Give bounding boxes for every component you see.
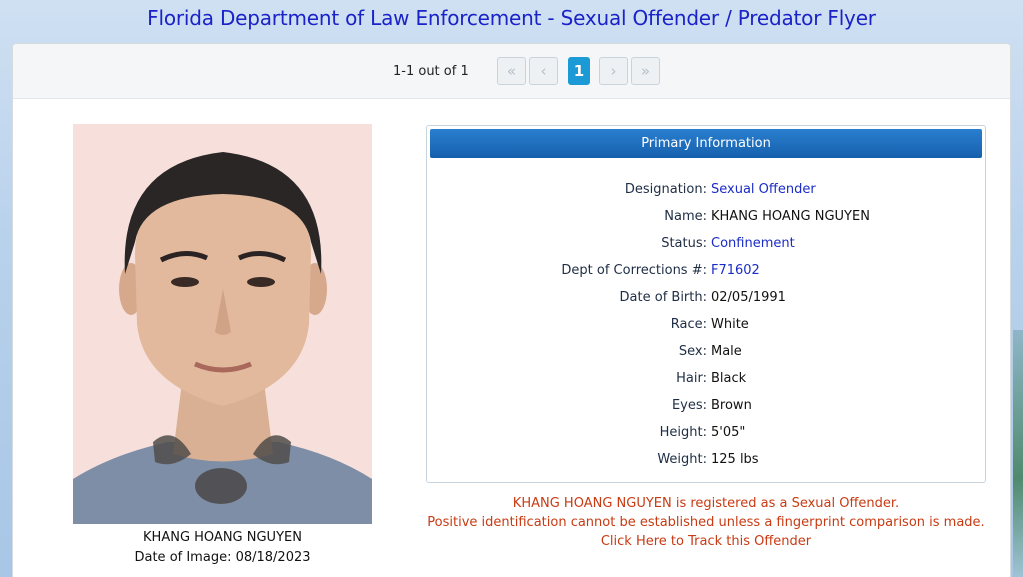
race-row: Race: White [427,317,985,337]
primary-information-heading: Primary Information [430,129,982,158]
height-value: 5'05" [711,425,746,440]
sex-value: Male [711,344,742,359]
sex-label: Sex: [678,344,707,359]
registration-notice: KHANG HOANG NGUYEN is registered as a Se… [512,496,900,511]
race-label: Race: [670,317,707,332]
height-row: Height: 5'05" [427,425,985,445]
first-page-button[interactable]: « [497,57,526,85]
doc-number-label: Dept of Corrections #: [561,263,707,278]
doc-number-row: Dept of Corrections #: F71602 [427,263,985,283]
hair-row: Hair: Black [427,371,985,391]
dob-label: Date of Birth: [619,290,707,305]
prev-page-button[interactable]: ‹ [529,57,558,85]
photo-caption-name: KHANG HOANG NGUYEN [143,530,302,545]
status-value[interactable]: Confinement [711,236,795,251]
next-page-button[interactable]: › [599,57,628,85]
hair-label: Hair: [676,371,707,386]
page-1-button[interactable]: 1 [568,57,590,85]
race-value: White [711,317,749,332]
dob-row: Date of Birth: 02/05/1991 [427,290,985,310]
offender-photo [73,124,372,524]
status-label: Status: [661,236,707,251]
pager-count: 1-1 out of 1 [393,64,469,79]
eyes-row: Eyes: Brown [427,398,985,418]
photo-caption-date: Date of Image: 08/18/2023 [134,550,311,565]
status-row: Status: Confinement [427,236,985,256]
hair-value: Black [711,371,747,386]
offender-photo-illustration [73,124,372,524]
name-value: KHANG HOANG NGUYEN [711,209,870,224]
sex-row: Sex: Male [427,344,985,364]
name-label: Name: [664,209,707,224]
designation-label: Designation: [624,182,707,197]
doc-number-value[interactable]: F71602 [711,263,760,278]
height-label: Height: [659,425,707,440]
fingerprint-disclaimer: Positive identification cannot be establ… [427,515,985,530]
dob-value: 02/05/1991 [711,290,786,305]
eyes-label: Eyes: [671,398,707,413]
pager-bar: 1-1 out of 1 « ‹ 1 › » [13,44,1010,99]
last-page-button[interactable]: » [631,57,660,85]
track-offender-link[interactable]: Click Here to Track this Offender [426,534,986,549]
primary-information-box: Primary Information Designation: Sexual … [426,125,986,483]
name-row: Name: KHANG HOANG NGUYEN [427,209,985,229]
designation-row: Designation: Sexual Offender [427,182,985,202]
page-title: Florida Department of Law Enforcement - … [147,6,876,30]
weight-value: 125 lbs [711,452,759,467]
eyes-value: Brown [711,398,752,413]
designation-value[interactable]: Sexual Offender [711,182,816,197]
weight-row: Weight: 125 lbs [427,452,985,472]
background-decoration [1013,330,1023,577]
flyer-panel: 1-1 out of 1 « ‹ 1 › » KHANG HOANG NGUYE… [12,43,1011,577]
weight-label: Weight: [657,452,707,467]
